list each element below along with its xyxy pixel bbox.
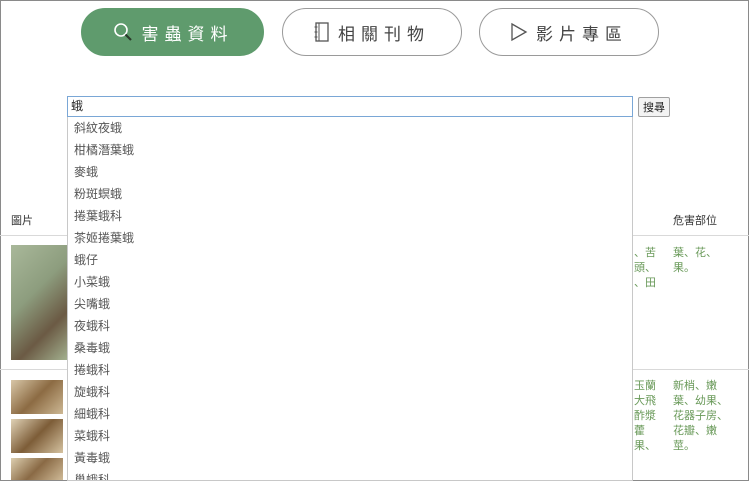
notebook-icon	[314, 22, 329, 42]
column-header-image: 圖片	[11, 214, 33, 227]
pest-thumbnail[interactable]	[11, 245, 71, 360]
suggestion-item[interactable]: 巢蛾科	[68, 469, 632, 480]
suggestion-item[interactable]: 桑毒蛾	[68, 337, 632, 359]
suggestion-item[interactable]: 捲蛾科	[68, 359, 632, 381]
suggestion-item[interactable]: 細蛾科	[68, 403, 632, 425]
suggestion-item[interactable]: 菜蛾科	[68, 425, 632, 447]
suggestion-item[interactable]: 柑橘潛葉蛾	[68, 139, 632, 161]
tab-videos[interactable]: 影片專區	[479, 8, 659, 56]
tab-publications[interactable]: 相關刊物	[282, 8, 462, 56]
search-input[interactable]: 蛾	[67, 96, 633, 117]
column-header-damage-part: 危害部位	[673, 214, 717, 227]
search-button[interactable]: 搜尋	[638, 97, 670, 117]
suggestion-item[interactable]: 小菜蛾	[68, 271, 632, 293]
tab-pest-data-label: 害蟲資料	[141, 24, 234, 45]
table-cell-damage-part: 新梢、嫩 葉、幼果、 花器子房、 花瓣、嫩 莖。	[673, 379, 728, 452]
play-icon	[511, 22, 528, 42]
suggestion-item[interactable]: 麥蛾	[68, 161, 632, 183]
suggestion-item[interactable]: 粉斑螟蛾	[68, 183, 632, 205]
magnifier-icon	[113, 23, 132, 41]
suggestion-item[interactable]: 茶姬捲葉蛾	[68, 227, 632, 249]
pest-thumbnail[interactable]	[11, 380, 63, 414]
suggestion-item[interactable]: 蛾仔	[68, 249, 632, 271]
autocomplete-dropdown: 斜紋夜蛾 柑橘潛葉蛾 麥蛾 粉斑螟蛾 捲葉蛾科 茶姬捲葉蛾 蛾仔 小菜蛾 尖嘴蛾…	[67, 117, 633, 481]
suggestion-item[interactable]: 夜蛾科	[68, 315, 632, 337]
suggestion-item[interactable]: 尖嘴蛾	[68, 293, 632, 315]
suggestion-item[interactable]: 捲葉蛾科	[68, 205, 632, 227]
pest-thumbnail[interactable]	[11, 458, 63, 480]
tab-videos-label: 影片專區	[536, 24, 628, 45]
suggestion-item[interactable]: 斜紋夜蛾	[68, 117, 632, 139]
suggestion-item[interactable]: 黃毒蛾	[68, 447, 632, 469]
tab-pest-data[interactable]: 害蟲資料	[81, 8, 264, 56]
tab-publications-label: 相關刊物	[338, 24, 430, 45]
table-cell-host[interactable]: 、苦 頭、 、田	[634, 245, 656, 290]
suggestion-item[interactable]: 旋蛾科	[68, 381, 632, 403]
pest-thumbnail[interactable]	[11, 419, 63, 453]
table-cell-damage-part: 葉、花、 果。	[673, 246, 717, 274]
table-cell-host[interactable]: 玉蘭 大飛 酢漿 藿 果、	[634, 378, 656, 453]
